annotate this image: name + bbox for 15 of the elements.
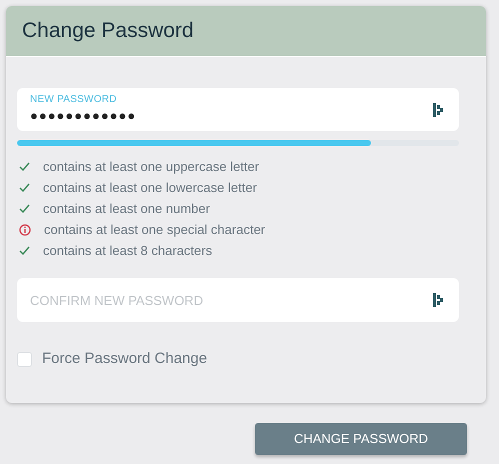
dialog-title: Change Password — [22, 18, 194, 44]
requirement-text: contains at least one lowercase letter — [43, 178, 257, 197]
change-password-button[interactable]: CHANGE PASSWORD — [255, 423, 467, 455]
confirm-password-field[interactable]: CONFIRM NEW PASSWORD — [17, 278, 459, 322]
requirement-text: contains at least 8 characters — [43, 242, 212, 260]
password-manager-icon[interactable] — [433, 102, 443, 116]
requirement-text: contains at least one special character — [44, 220, 266, 239]
password-value: ●●●●●●●●●●●● — [30, 106, 138, 124]
checkbox-label: Force Password Change — [42, 349, 208, 369]
requirement-text: contains at least one uppercase letter — [43, 158, 260, 176]
field-label: NEW PASSWORD — [30, 94, 118, 106]
force-change-checkbox[interactable] — [17, 352, 32, 367]
new-password-field[interactable]: NEW PASSWORD ●●●●●●●●●●●● — [17, 88, 459, 131]
password-manager-icon[interactable] — [433, 293, 443, 307]
requirement-text: contains at least one number — [43, 200, 210, 218]
